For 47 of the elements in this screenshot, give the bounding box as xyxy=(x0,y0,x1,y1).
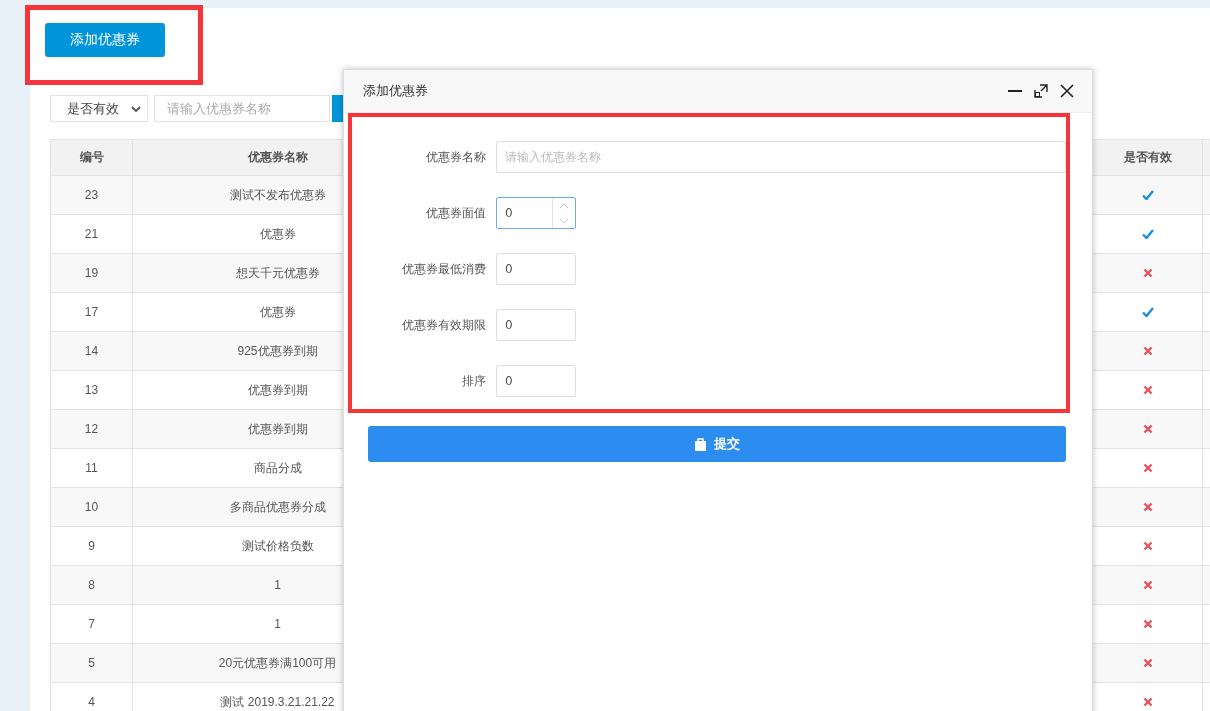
dialog-title: 添加优惠券 xyxy=(363,82,428,100)
table-cell: 9 xyxy=(88,539,95,553)
bag-icon xyxy=(694,437,706,451)
table-cell: 11 xyxy=(85,461,98,475)
table-cell: 19 xyxy=(84,266,99,280)
table-cell: 优惠券到期 xyxy=(247,381,308,399)
table-cell: 想天千元优惠券 xyxy=(235,264,320,282)
table-cell: 17 xyxy=(84,305,99,319)
column-header: 编号 xyxy=(79,149,104,166)
maximize-icon[interactable] xyxy=(1034,84,1048,98)
table-cell: 23 xyxy=(84,188,99,202)
table-cell: 8 xyxy=(88,578,95,592)
field-label: 优惠券面值 xyxy=(425,204,486,222)
number-field[interactable]: 0 xyxy=(496,253,576,285)
table-cell: 优惠券 xyxy=(259,225,296,243)
field-label: 优惠券名称 xyxy=(425,148,486,166)
table-cell: 测试 2019.3.21.21.22 xyxy=(220,693,335,711)
table-cell: 5 xyxy=(88,656,95,670)
chevron-down-icon xyxy=(131,105,141,112)
table-cell: 商品分成 xyxy=(253,459,302,477)
table-cell: 多商品优惠券分成 xyxy=(229,498,326,516)
table-cell: 4 xyxy=(88,695,95,709)
table-cell: 13 xyxy=(84,383,99,397)
table-cell: 12 xyxy=(84,422,99,436)
table-cell: 21 xyxy=(84,227,99,241)
table-cell: 优惠券到期 xyxy=(247,420,308,438)
table-cell: 925优惠券到期 xyxy=(237,342,318,360)
field-label: 优惠券有效期限 xyxy=(401,316,486,334)
table-cell: 测试价格负数 xyxy=(241,537,314,555)
table-cell: 优惠券 xyxy=(259,303,296,321)
field-label: 优惠券最低消费 xyxy=(401,260,486,278)
name-field[interactable]: 请输入优惠券名称 xyxy=(496,141,1066,173)
status-select[interactable]: 是否有效 xyxy=(50,95,148,122)
table-cell: 7 xyxy=(88,617,95,631)
table-cell: 20元优惠券满100可用 xyxy=(218,654,337,672)
number-field[interactable]: 0 xyxy=(496,309,576,341)
table-cell: 10 xyxy=(84,500,99,514)
close-icon[interactable] xyxy=(1060,84,1074,98)
number-field[interactable]: 0 xyxy=(496,365,576,397)
table-cell: 14 xyxy=(84,344,99,358)
table-cell: 1 xyxy=(274,578,281,592)
table-cell: 1 xyxy=(274,617,281,631)
column-header: 是否有效 xyxy=(1123,149,1172,166)
table-cell: 测试不发布优惠券 xyxy=(229,186,326,204)
search-field[interactable]: 请输入优惠券名称 xyxy=(154,95,330,122)
column-header: 优惠券名称 xyxy=(247,149,308,166)
field-label: 排序 xyxy=(461,372,486,390)
